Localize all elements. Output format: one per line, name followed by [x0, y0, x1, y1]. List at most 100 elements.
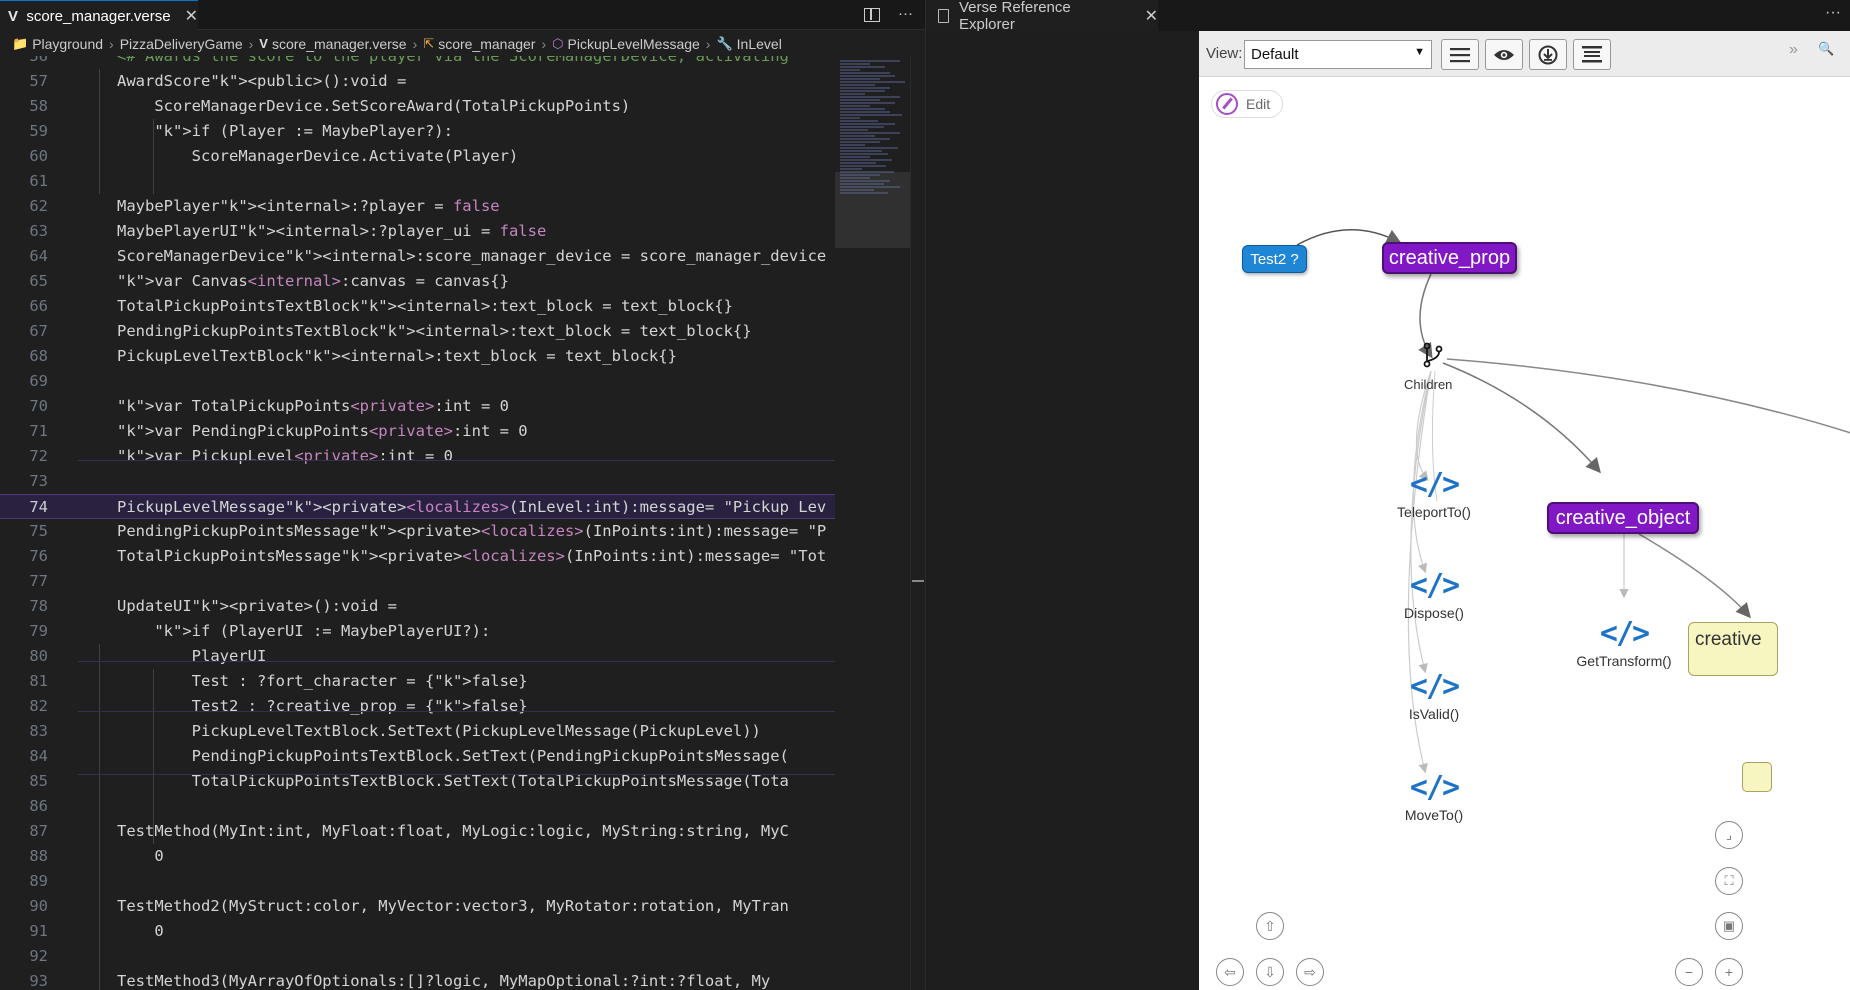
search-icon[interactable]: 🔍 [1818, 41, 1834, 57]
code-line[interactable]: 67 PendingPickupPointsTextBlock"k"><inter… [0, 319, 835, 344]
indent-guide [99, 819, 100, 894]
view-select[interactable]: Default ▼ [1244, 40, 1432, 69]
code-line[interactable]: 85 TotalPickupPointsTextBlock.SetText(To… [0, 769, 835, 794]
zoom-out-button[interactable]: − [1675, 958, 1703, 986]
line-text: TotalPickupPointsTextBlock"k"><internal>… [117, 297, 733, 315]
code-line[interactable]: 71 "k">var PendingPickupPoints<private>:i… [0, 419, 835, 444]
close-icon[interactable]: ✕ [185, 6, 198, 26]
fullscreen-button[interactable]: ⛶ [1715, 867, 1743, 895]
code-line[interactable]: 64 ScoreManagerDevice"k"><internal>:score… [0, 244, 835, 269]
pan-left-button[interactable]: ⇦ [1216, 958, 1244, 986]
node-creative-object[interactable]: creative_object [1547, 502, 1699, 534]
code-line[interactable]: 62 MaybePlayer"k"><internal>:?player = fa… [0, 194, 835, 219]
function-dispose[interactable]: </> Dispose() [1374, 568, 1494, 621]
code-line[interactable]: 90 TestMethod2(MyStruct:color, MyVector:v… [0, 894, 835, 919]
breadcrumb-pickuplevelmessage[interactable]: PickupLevelMessage [568, 36, 700, 52]
code-line[interactable]: 84 PendingPickupPointsTextBlock.SetText(… [0, 744, 835, 769]
fit-button[interactable]: ⌟ [1715, 821, 1743, 849]
code-line[interactable]: 92 [0, 944, 835, 969]
code-line[interactable]: 61 [0, 169, 835, 194]
code-line[interactable]: 75 PendingPickupPointsMessage"k"><private… [0, 519, 835, 544]
code-line[interactable]: 58 ScoreManagerDevice.SetScoreAward(Tota… [0, 94, 835, 119]
code-line[interactable]: 93 TestMethod3(MyArrayOfOptionals:[]?logi… [0, 969, 835, 990]
pan-up-button[interactable]: ⇧ [1256, 912, 1284, 940]
split-editor-icon[interactable] [864, 8, 880, 22]
download-button[interactable] [1529, 39, 1567, 70]
code-line[interactable]: 56 <# Awards the score to the player via … [0, 56, 835, 69]
node-creative-prop[interactable]: creative_prop [1382, 242, 1517, 274]
node-creative-yellow[interactable]: creative [1688, 622, 1778, 676]
list-button[interactable] [1441, 39, 1479, 70]
breadcrumb-inlevel[interactable]: InLevel [737, 36, 782, 52]
tab-score-manager[interactable]: V score_manager.verse ✕ [0, 0, 198, 31]
code-line[interactable]: 69 [0, 369, 835, 394]
zoom-fit-button[interactable]: ▣ [1715, 912, 1743, 940]
editor-scrollbar[interactable] [910, 56, 924, 990]
code-line[interactable]: 66 TotalPickupPointsTextBlock"k"><interna… [0, 294, 835, 319]
code-line[interactable]: 78 UpdateUI"k"><private>():void = [0, 594, 835, 619]
node-test2[interactable]: Test2 ? [1242, 245, 1307, 273]
line-text: MaybePlayerUI"k"><internal>:?player_ui =… [117, 222, 547, 240]
code-line[interactable]: 82 Test2 : ?creative_prop = {"k">false} [0, 694, 835, 719]
tab-verse-reference-explorer[interactable]: Verse Reference Explorer ✕ [926, 0, 1158, 33]
minimap-row [840, 72, 890, 74]
file-icon [938, 8, 949, 23]
function-gettransform[interactable]: </> GetTransform() [1564, 616, 1684, 669]
code-line[interactable]: 83 PickupLevelTextBlock.SetText(PickupLe… [0, 719, 835, 744]
code-line[interactable]: 70 "k">var TotalPickupPoints<private>:int… [0, 394, 835, 419]
function-isvalid[interactable]: </> IsValid() [1374, 669, 1494, 722]
line-text: Test2 : ?creative_prop = {"k">false} [117, 697, 528, 715]
breadcrumb-score-manager[interactable]: score_manager [438, 36, 535, 52]
breadcrumb-pizzadeliverygame[interactable]: PizzaDeliveryGame [120, 36, 243, 52]
code-line[interactable]: 73 [0, 469, 835, 494]
code-line[interactable]: 80 PlayerUI [0, 644, 835, 669]
code-line[interactable]: 76 TotalPickupPointsMessage"k"><private><… [0, 544, 835, 569]
code-line[interactable]: 74 PickupLevelMessage"k"><private><locali… [0, 494, 835, 519]
edit-label: Edit [1246, 96, 1271, 112]
method-icon: ⬡ [552, 35, 564, 51]
code-line[interactable]: 68 PickupLevelTextBlock"k"><internal>:tex… [0, 344, 835, 369]
code-line[interactable]: 81 Test : ?fort_character = {"k">false} [0, 669, 835, 694]
code-line[interactable]: 88 0 [0, 844, 835, 869]
code-line[interactable]: 72 "k">var PickupLevel<private>:int = 0 [0, 444, 835, 469]
layers-button[interactable] [1573, 39, 1611, 70]
code-line[interactable]: 63 MaybePlayerUI"k"><internal>:?player_ui… [0, 219, 835, 244]
node-partial-yellow[interactable] [1742, 762, 1772, 792]
code-line[interactable]: 91 0 [0, 919, 835, 944]
line-number: 90 [29, 897, 48, 915]
function-teleportto[interactable]: </> TeleportTo() [1374, 467, 1494, 520]
edge-children-right [1446, 358, 1850, 434]
pan-right-button[interactable]: ⇨ [1296, 958, 1324, 986]
code-line[interactable]: 86 [0, 794, 835, 819]
breadcrumb-playground[interactable]: Playground [32, 36, 103, 52]
code-icon: </> [1409, 669, 1460, 704]
visibility-button[interactable] [1485, 39, 1523, 70]
edit-button[interactable]: Edit [1211, 90, 1283, 118]
layers-icon [1582, 45, 1602, 62]
line-text: PendingPickupPointsTextBlock"k"><interna… [117, 322, 752, 340]
more-actions-icon[interactable]: ··· [898, 5, 913, 22]
code-line[interactable]: 65 "k">var Canvas<internal>:canvas = canv… [0, 269, 835, 294]
code-line[interactable]: 60 ScoreManagerDevice.Activate(Player) [0, 144, 835, 169]
code-icon: </> [1599, 616, 1650, 651]
code-line[interactable]: 59 "k">if (Player := MaybePlayer?): [0, 119, 835, 144]
graph-canvas[interactable]: View: Default ▼ » 🔍 Edit Test2 ? creativ… [1199, 31, 1850, 990]
minimap-viewport[interactable] [835, 172, 912, 248]
forward-icon[interactable]: » [1789, 41, 1798, 59]
code-line[interactable]: 57 AwardScore"k"><public>():void = [0, 69, 835, 94]
code-line[interactable]: 89 [0, 869, 835, 894]
zoom-in-button[interactable]: + [1715, 958, 1743, 986]
function-moveto[interactable]: </> MoveTo() [1374, 770, 1494, 823]
code-line[interactable]: 77 [0, 569, 835, 594]
pan-down-button[interactable]: ⇩ [1256, 958, 1284, 986]
code-editor[interactable]: 56 <# Awards the score to the player via … [0, 56, 835, 990]
close-icon[interactable]: ✕ [1145, 6, 1158, 26]
code-line[interactable]: 87 TestMethod(MyInt:int, MyFloat:float, M… [0, 819, 835, 844]
line-number: 63 [29, 222, 48, 240]
edge-object-yellow [1638, 533, 1751, 619]
more-actions-icon[interactable]: ··· [1825, 4, 1841, 22]
breadcrumb-file[interactable]: score_manager.verse [272, 36, 407, 52]
fork-icon[interactable] [1421, 342, 1445, 370]
code-line[interactable]: 79 "k">if (PlayerUI := MaybePlayerUI?): [0, 619, 835, 644]
line-number: 82 [29, 697, 48, 715]
